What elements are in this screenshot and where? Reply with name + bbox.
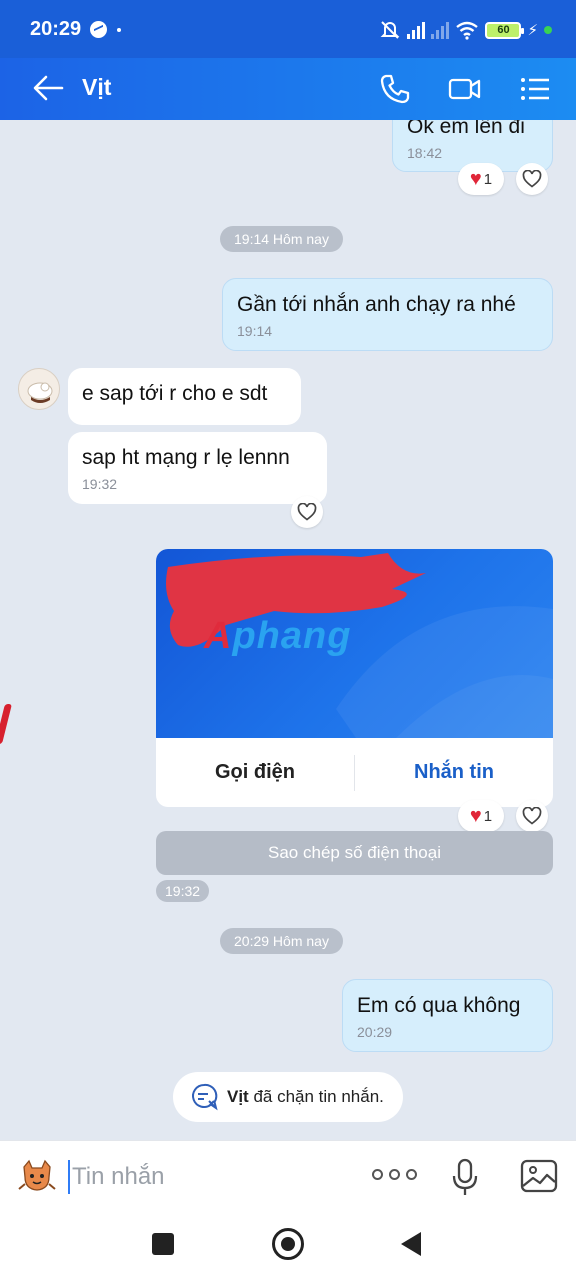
call-button[interactable]: Gọi điện — [156, 761, 354, 784]
chat-area[interactable]: Ok em lên đi 18:42 ♥ 1 19:14 Hôm nay Gần… — [0, 120, 576, 1140]
battery-icon: 60 — [485, 21, 525, 39]
blocked-contact-name: Vịt — [227, 1087, 249, 1106]
avatar-image-icon — [27, 382, 53, 403]
blocked-notice: Vịt đã chặn tin nhắn. — [173, 1072, 403, 1122]
date-separator: 20:29 Hôm nay — [220, 928, 343, 954]
message-text: Ok em lên đi — [407, 120, 525, 138]
heart-outline-icon — [522, 170, 542, 188]
contact-card-actions: Gọi điện Nhắn tin — [156, 738, 553, 807]
message-input[interactable] — [72, 1157, 352, 1197]
mute-bell-icon — [381, 21, 400, 39]
message-text: Em có qua không — [357, 994, 521, 1017]
system-nav-bar — [0, 1212, 576, 1280]
date-separator: 19:14 Hôm nay — [220, 226, 343, 252]
phone-icon[interactable] — [378, 72, 412, 106]
message-time: 20:29 — [357, 1024, 393, 1040]
reaction-badge[interactable]: ♥ 1 — [458, 800, 504, 832]
message-time: 19:32 — [156, 880, 210, 902]
blocked-message-icon — [192, 1083, 218, 1111]
more-options-icon[interactable] — [372, 1169, 417, 1180]
message-time: 19:14 — [237, 323, 273, 339]
message-bubble-outgoing[interactable]: Em có qua không 20:29 — [342, 979, 553, 1052]
reaction-count: 1 — [483, 807, 493, 825]
reaction-badge[interactable]: ♥ 1 — [458, 163, 504, 195]
like-button[interactable] — [291, 496, 323, 528]
active-dot-icon — [544, 26, 552, 34]
notification-dot-icon — [117, 28, 121, 32]
message-time: 18:42 — [407, 145, 443, 161]
message-bubble-incoming[interactable]: sap ht mạng r lẹ lennn 19:32 — [68, 432, 327, 504]
message-text: e sap tới r cho e sdt — [82, 382, 268, 405]
back-arrow-icon[interactable] — [30, 73, 64, 103]
reaction-count: 1 — [483, 170, 493, 188]
like-button[interactable] — [516, 800, 548, 832]
contact-avatar[interactable] — [18, 368, 60, 410]
heart-filled-icon: ♥ — [469, 168, 482, 190]
contact-name[interactable]: Vịt — [82, 74, 111, 101]
message-text: Gần tới nhắn anh chạy ra nhé — [237, 293, 516, 316]
chat-header: Vịt — [0, 58, 576, 120]
message-text: sap ht mạng r lẹ lennn — [82, 446, 290, 469]
contact-card-banner: Aphang — [156, 549, 553, 738]
blocked-text: đã chặn tin nhắn. — [248, 1087, 384, 1106]
heart-outline-icon — [297, 503, 317, 521]
charging-icon: ⚡ — [527, 22, 538, 39]
home-button-icon[interactable] — [272, 1228, 304, 1260]
message-bubble-outgoing[interactable]: Gần tới nhắn anh chạy ra nhé 19:14 — [222, 278, 553, 351]
heart-outline-icon — [522, 807, 542, 825]
status-icons: 60 ⚡ — [379, 16, 552, 44]
like-button[interactable] — [516, 163, 548, 195]
text-cursor — [68, 1160, 70, 1194]
status-time: 20:29 — [30, 18, 82, 40]
recents-button-icon[interactable] — [152, 1233, 174, 1255]
message-time: 19:32 — [82, 476, 118, 492]
signal-icon — [407, 21, 426, 39]
message-button[interactable]: Nhắn tin — [355, 761, 553, 784]
back-button-icon[interactable] — [401, 1232, 421, 1256]
message-input-bar — [0, 1140, 576, 1212]
card-logo: Aphang — [204, 615, 352, 657]
message-bubble-incoming[interactable]: e sap tới r cho e sdt — [68, 368, 301, 425]
wifi-icon — [456, 21, 479, 40]
messenger-notification-icon — [90, 21, 107, 38]
sticker-icon[interactable] — [16, 1157, 58, 1197]
status-bar: 20:29 60 ⚡ — [0, 0, 576, 58]
menu-icon[interactable] — [518, 72, 552, 106]
image-picker-icon[interactable] — [520, 1158, 558, 1194]
heart-filled-icon: ♥ — [469, 805, 482, 827]
signal-2-icon — [431, 21, 450, 39]
contact-card[interactable]: Aphang Gọi điện Nhắn tin — [156, 549, 553, 807]
microphone-icon[interactable] — [450, 1157, 480, 1197]
copy-phone-button[interactable]: Sao chép số điện thoại — [156, 831, 553, 875]
video-call-icon[interactable] — [448, 72, 482, 106]
